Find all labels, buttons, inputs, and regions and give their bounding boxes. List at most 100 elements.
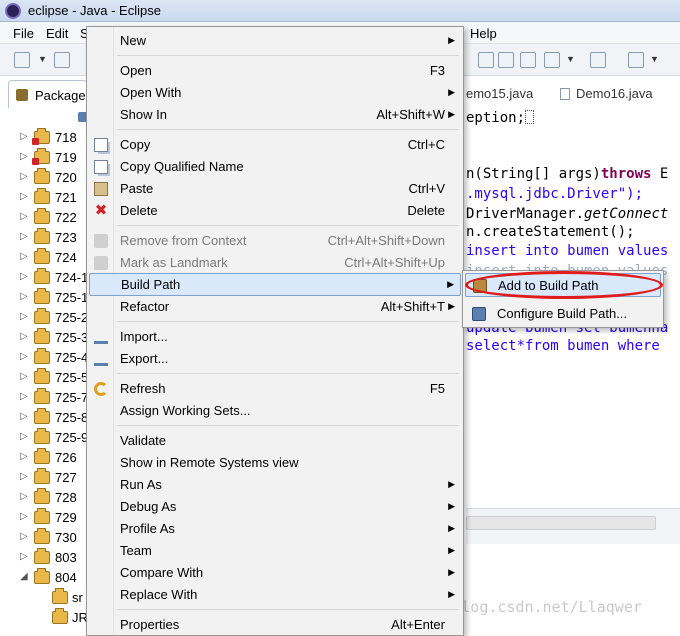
code-line[interactable]: eption; (466, 110, 535, 126)
menu-item-show-remote-systems[interactable]: Show in Remote Systems view (89, 452, 461, 474)
menu-item-refresh[interactable]: Refresh F5 (89, 378, 461, 400)
menu-item-copy[interactable]: Copy Ctrl+C (89, 134, 461, 156)
tree-item[interactable]: ▷ 725-3 (0, 328, 88, 348)
menu-item-new[interactable]: New ▶ (89, 30, 461, 52)
tree-item[interactable]: ▷ 721 (0, 188, 86, 208)
tree-item[interactable]: ▷ 722 (0, 208, 86, 228)
menu-item-validate[interactable]: Validate (89, 430, 461, 452)
tree-item[interactable]: ▷ 725-5 (0, 368, 88, 388)
menu-item-team[interactable]: Team ▶ (89, 540, 461, 562)
chevron-right-icon[interactable]: ▷ (20, 131, 28, 142)
chevron-right-icon[interactable]: ▷ (20, 391, 28, 402)
tree-item[interactable]: ▷ 720 (0, 168, 86, 188)
chevron-right-icon[interactable]: ▷ (20, 191, 28, 202)
chevron-down-icon[interactable]: ▼ (566, 54, 575, 64)
menu-item-properties[interactable]: Properties Alt+Enter (89, 614, 461, 636)
tree-item[interactable]: ▷ 725-7 (0, 388, 88, 408)
menu-item-refactor[interactable]: Refactor Alt+Shift+T ▶ (89, 296, 461, 318)
tree-item[interactable]: ▷ 725-1 (0, 288, 88, 308)
chevron-right-icon[interactable]: ▷ (20, 371, 28, 382)
menu-item-run-as[interactable]: Run As ▶ (89, 474, 461, 496)
tree-item[interactable]: ▷ 723 (0, 228, 86, 248)
package-explorer-tab[interactable]: Package (8, 80, 88, 108)
tree-item[interactable]: ▷ 726 (0, 448, 86, 468)
menu-item-replace-with[interactable]: Replace With ▶ (89, 584, 461, 606)
menu-item-show-in[interactable]: Show In Alt+Shift+W ▶ (89, 104, 461, 126)
menu-item-profile-as[interactable]: Profile As ▶ (89, 518, 461, 540)
tree-item[interactable]: ▷ 730 (0, 528, 86, 548)
menu-item-open[interactable]: Open F3 (89, 60, 461, 82)
chevron-right-icon[interactable]: ▷ (20, 471, 28, 482)
menu-item-copy-qualified-name[interactable]: Copy Qualified Name (89, 156, 461, 178)
chevron-right-icon[interactable]: ▷ (20, 531, 28, 542)
menu-item-import[interactable]: Import... (89, 326, 461, 348)
chevron-right-icon[interactable]: ▷ (20, 331, 28, 342)
tree-item[interactable]: ▷ 803 (0, 548, 86, 568)
chevron-right-icon[interactable]: ▷ (20, 271, 28, 282)
tree-item[interactable]: ◢ 804 (0, 568, 86, 588)
chevron-right-icon[interactable]: ▷ (20, 211, 28, 222)
menu-item-delete[interactable]: ✖ Delete Delete (89, 200, 461, 222)
menu-item-remove-from-context[interactable]: Remove from Context Ctrl+Alt+Shift+Down (89, 230, 461, 252)
tree-item[interactable]: ▷ 725-4 (0, 348, 88, 368)
package-icon[interactable] (498, 52, 514, 68)
add-to-build-path-item[interactable]: Add to Build Path (465, 273, 661, 297)
tree-item[interactable]: ▷ 725-8 (0, 408, 88, 428)
chevron-right-icon[interactable]: ▷ (20, 171, 28, 182)
menu-file[interactable]: File (13, 26, 34, 41)
tree-item[interactable]: ▷ 725-9 (0, 428, 88, 448)
tree-item[interactable]: ▷ 724-1 (0, 268, 88, 288)
chevron-down-icon[interactable]: ▼ (650, 54, 659, 64)
brush-icon[interactable] (544, 52, 560, 68)
chevron-right-icon[interactable]: ▷ (20, 511, 28, 522)
chevron-right-icon[interactable]: ▷ (20, 451, 28, 462)
code-line[interactable]: .mysql.jdbc.Driver"); (466, 186, 643, 202)
tab-demo15[interactable]: emo15.java (466, 86, 533, 101)
code-line[interactable]: select*from bumen where (466, 338, 668, 354)
tree-item[interactable]: ▷ 729 (0, 508, 86, 528)
chevron-right-icon[interactable]: ▷ (20, 491, 28, 502)
menu-help[interactable]: Help (470, 26, 497, 41)
tree-item[interactable]: ▷ 718 (0, 128, 86, 148)
chevron-down-icon[interactable]: ▼ (38, 54, 47, 64)
tree-item[interactable]: ▷ 724 (0, 248, 86, 268)
code-line[interactable]: insert into bumen values (466, 243, 668, 259)
chevron-right-icon[interactable]: ▷ (20, 231, 28, 242)
tree-item[interactable]: ▷ 727 (0, 468, 86, 488)
menu-item-debug-as[interactable]: Debug As ▶ (89, 496, 461, 518)
chevron-right-icon[interactable]: ▷ (20, 431, 28, 442)
menu-edit[interactable]: Edit (46, 26, 68, 41)
search-icon[interactable] (520, 52, 536, 68)
menu-item-paste[interactable]: Paste Ctrl+V (89, 178, 461, 200)
annotation-nav-icon[interactable] (590, 52, 606, 68)
new-wizard-icon[interactable] (14, 52, 30, 68)
menu-item-open-with[interactable]: Open With ▶ (89, 82, 461, 104)
tree-item[interactable]: ▷ 719 (0, 148, 86, 168)
chevron-right-icon[interactable]: ▷ (20, 411, 28, 422)
horizontal-scrollbar[interactable] (466, 516, 656, 530)
configure-build-path-item[interactable]: Configure Build Path... (465, 302, 661, 326)
code-line[interactable]: DriverManager.getConnect (466, 206, 668, 222)
tree-item[interactable]: ▷ 728 (0, 488, 86, 508)
menu-item-assign-working-sets[interactable]: Assign Working Sets... (89, 400, 461, 422)
chevron-down-icon[interactable]: ◢ (20, 571, 28, 582)
code-line[interactable]: n(String[] args)throws E (466, 166, 668, 182)
chevron-right-icon[interactable]: ▷ (20, 291, 28, 302)
chevron-right-icon[interactable]: ▷ (20, 351, 28, 362)
menu-item-build-path[interactable]: Build Path ▶ (89, 273, 461, 296)
back-icon[interactable] (628, 52, 644, 68)
menu-item-mark-as-landmark[interactable]: Mark as Landmark Ctrl+Alt+Shift+Up (89, 252, 461, 274)
chevron-right-icon[interactable]: ▷ (20, 251, 28, 262)
chevron-right-icon[interactable]: ▷ (20, 151, 28, 162)
tree-item[interactable]: sr (0, 588, 86, 608)
tab-demo16[interactable]: Demo16.java (560, 86, 653, 101)
code-line[interactable]: n.createStatement(); (466, 224, 635, 240)
tree-item[interactable]: JR (0, 608, 88, 628)
menu-item-compare-with[interactable]: Compare With ▶ (89, 562, 461, 584)
chevron-right-icon[interactable]: ▷ (20, 311, 28, 322)
save-icon[interactable] (54, 52, 70, 68)
menu-item-export[interactable]: Export... (89, 348, 461, 370)
tree-item[interactable]: ▷ 725-2 (0, 308, 88, 328)
open-type-icon[interactable] (478, 52, 494, 68)
chevron-right-icon[interactable]: ▷ (20, 551, 28, 562)
